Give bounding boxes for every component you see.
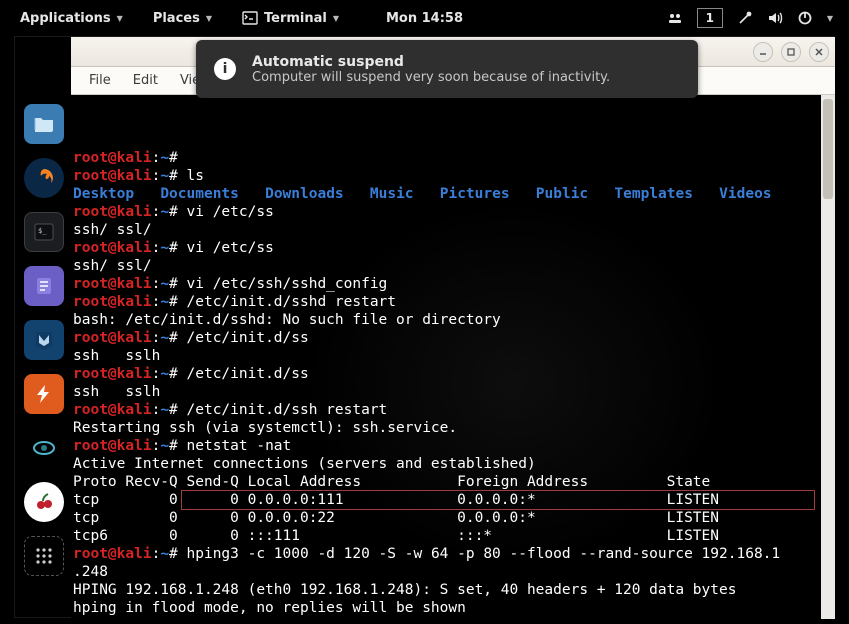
dock-burp[interactable] (24, 374, 64, 414)
clock[interactable]: Mon 14:58 (372, 0, 477, 36)
screencast-icon[interactable] (667, 10, 683, 26)
terminal-icon (242, 10, 258, 26)
scrollbar-thumb[interactable] (823, 99, 833, 199)
terminal-line: root@kali:~# ls (73, 167, 833, 185)
dock-metasploit[interactable] (24, 320, 64, 360)
dock-maltego[interactable] (24, 428, 64, 468)
applications-label: Applications (20, 11, 111, 26)
terminal-line: ssh sslh (73, 347, 833, 365)
terminal-line: tcp6 0 0 :::111 :::* LISTEN (73, 527, 833, 545)
settings-quick-icon[interactable] (737, 10, 753, 26)
applications-menu[interactable]: Applications ▼ (6, 0, 137, 36)
terminal-line: root@kali:~# netstat -nat (73, 437, 833, 455)
terminal-body[interactable]: root@kali:~# root@kali:~# lsDesktop Docu… (71, 95, 835, 619)
notification-title: Automatic suspend (252, 54, 610, 70)
terminal-line: root@kali:~# /etc/init.d/ssh restart (73, 401, 833, 419)
terminal-line: hping in flood mode, no replies will be … (73, 599, 833, 617)
workspace-indicator[interactable]: 1 (697, 8, 723, 28)
volume-icon[interactable] (767, 10, 783, 26)
terminal-line: root@kali:~# /etc/init.d/sshd restart (73, 293, 833, 311)
menu-file[interactable]: File (79, 70, 121, 91)
terminal-line: Proto Recv-Q Send-Q Local Address Foreig… (73, 473, 833, 491)
minimize-button[interactable] (753, 42, 773, 62)
dock-cherrytree[interactable] (24, 482, 64, 522)
terminal-window: File Edit View root@kali:~# root@kali:~#… (14, 36, 834, 618)
clock-label: Mon 14:58 (386, 11, 463, 26)
svg-text:$_: $_ (38, 227, 47, 235)
terminal-line: root@kali:~# vi /etc/ss (73, 203, 833, 221)
terminal-line: root@kali:~# (73, 149, 833, 167)
terminal-line: Restarting ssh (via systemctl): ssh.serv… (73, 419, 833, 437)
chevron-down-icon: ▼ (827, 14, 833, 23)
top-panel: Applications ▼ Places ▼ Terminal ▼ Mon 1… (0, 0, 849, 36)
chevron-down-icon: ▼ (333, 14, 339, 23)
chevron-down-icon: ▼ (206, 14, 212, 23)
scrollbar[interactable] (821, 95, 835, 619)
app-indicator-label: Terminal (264, 11, 327, 26)
places-label: Places (153, 11, 200, 26)
terminal-line: root@kali:~# vi /etc/ss (73, 239, 833, 257)
terminal-line: tcp 0 0 0.0.0.0:111 0.0.0.0:* LISTEN (73, 491, 833, 509)
terminal-line: HPING 192.168.1.248 (eth0 192.168.1.248)… (73, 581, 833, 599)
terminal-line: ssh sslh (73, 383, 833, 401)
terminal-line: root@kali:~# /etc/init.d/ss (73, 329, 833, 347)
terminal-line: tcp 0 0 0.0.0.0:22 0.0.0.0:* LISTEN (73, 509, 833, 527)
terminal-line: bash: /etc/init.d/sshd: No such file or … (73, 311, 833, 329)
terminal-line: root@kali:~# vi /etc/ssh/sshd_config (73, 275, 833, 293)
terminal-line: root@kali:~# hping3 -c 1000 -d 120 -S -w… (73, 545, 833, 563)
terminal-line: ssh/ ssl/ (73, 221, 833, 239)
menu-edit[interactable]: Edit (123, 70, 168, 91)
terminal-line (73, 617, 833, 619)
terminal-line: Active Internet connections (servers and… (73, 455, 833, 473)
terminal-line: .248 (73, 563, 833, 581)
notification-body: Computer will suspend very soon because … (252, 70, 610, 85)
power-icon[interactable] (797, 10, 813, 26)
dock-show-apps[interactable] (24, 536, 64, 576)
app-indicator[interactable]: Terminal ▼ (228, 0, 353, 36)
dock-text-editor[interactable] (24, 266, 64, 306)
close-button[interactable] (809, 42, 829, 62)
workspace-number: 1 (706, 11, 714, 25)
terminal-line: root@kali:~# /etc/init.d/ss (73, 365, 833, 383)
dock-terminal[interactable]: $_ (24, 212, 64, 252)
chevron-down-icon: ▼ (117, 14, 123, 23)
terminal-line: Desktop Documents Downloads Music Pictur… (73, 185, 833, 203)
places-menu[interactable]: Places ▼ (139, 0, 226, 36)
dock-firefox[interactable] (24, 158, 64, 198)
maximize-button[interactable] (781, 42, 801, 62)
dock-files[interactable] (24, 104, 64, 144)
dock: $_ (24, 104, 74, 576)
notification-toast[interactable]: i Automatic suspend Computer will suspen… (196, 40, 698, 98)
terminal-line: ssh/ ssl/ (73, 257, 833, 275)
info-icon: i (214, 58, 236, 80)
